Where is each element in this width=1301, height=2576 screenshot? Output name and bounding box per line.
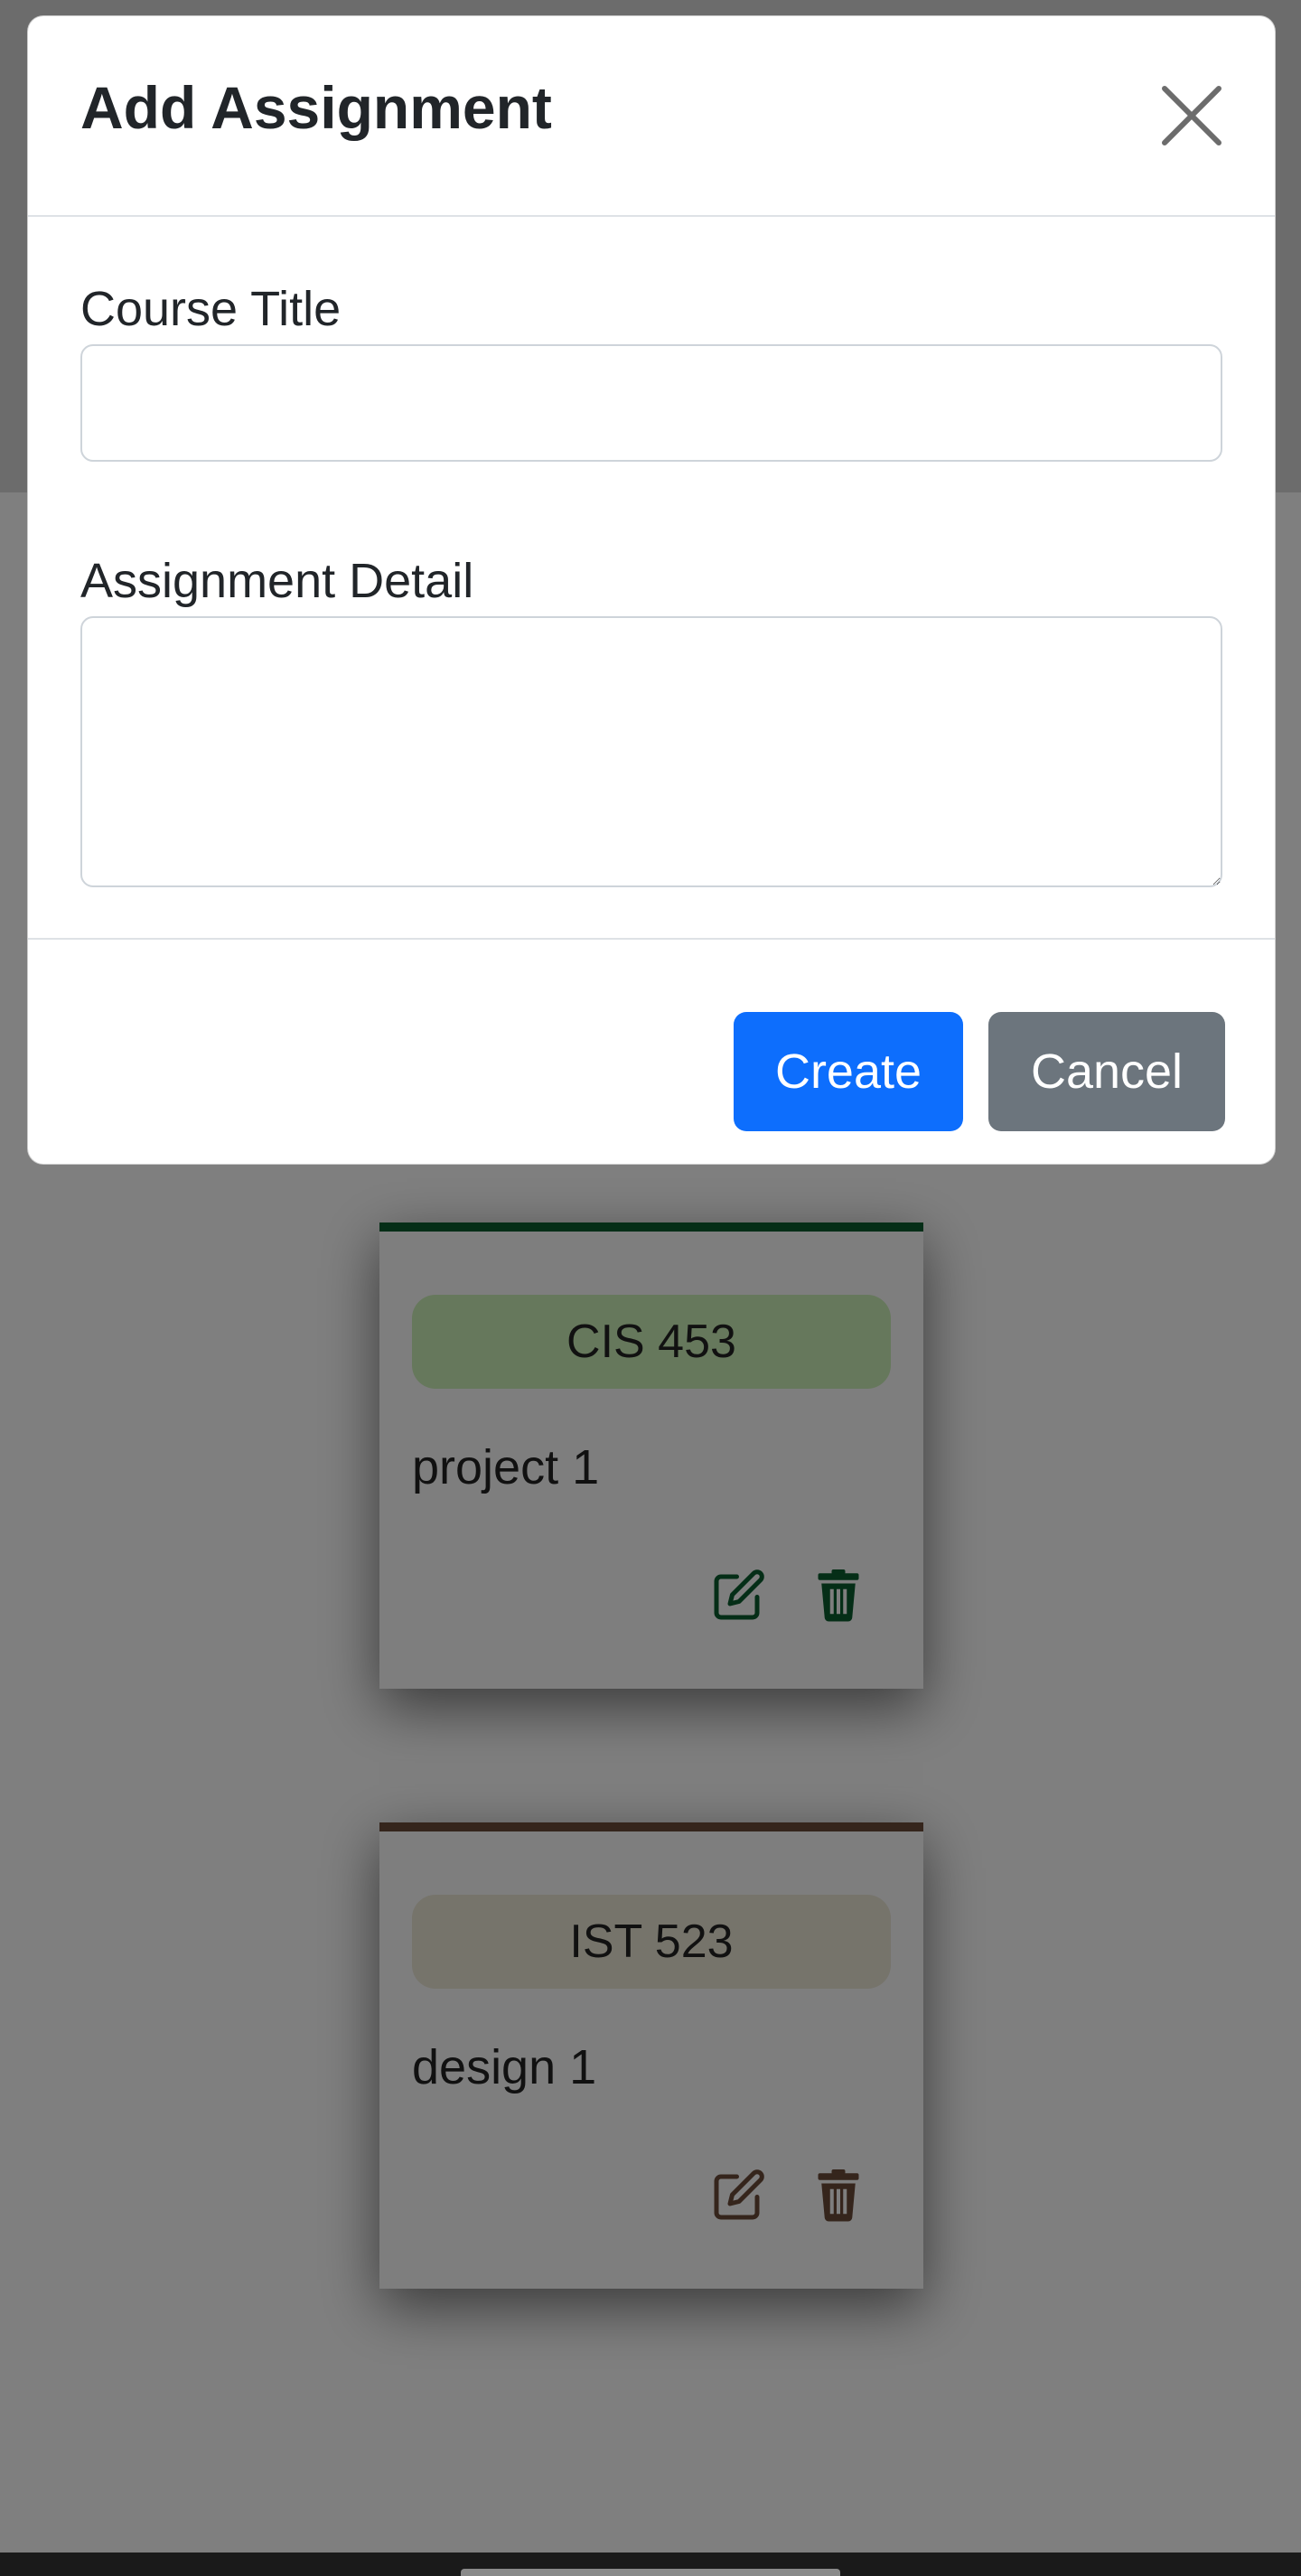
create-button[interactable]: Create: [734, 1012, 963, 1131]
assignment-detail-label: Assignment Detail: [80, 554, 474, 608]
course-title-label: Course Title: [80, 282, 342, 336]
add-assignment-modal: Add Assignment Course Title Assignment D…: [27, 15, 1276, 1165]
modal-footer: Create Cancel: [28, 938, 1275, 1164]
assignment-detail-textarea[interactable]: [80, 616, 1222, 887]
modal-title: Add Assignment: [80, 74, 552, 141]
cancel-button[interactable]: Cancel: [988, 1012, 1225, 1131]
close-icon: [1162, 86, 1221, 145]
modal-header: Add Assignment: [28, 16, 1275, 217]
home-indicator[interactable]: [461, 2569, 840, 2576]
course-title-input[interactable]: [80, 344, 1222, 462]
close-button[interactable]: [1157, 81, 1226, 150]
